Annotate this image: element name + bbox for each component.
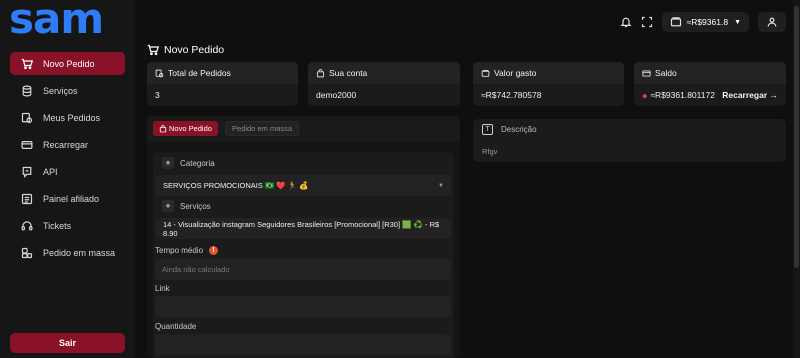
stat-value: 3	[155, 90, 160, 100]
chevron-down-icon: ▼	[734, 18, 741, 26]
cart-icon	[147, 44, 164, 56]
app-logo[interactable]: sam	[9, 0, 104, 43]
sidebar: sam Novo Pedido Serviços Meus Pedidos Re…	[0, 0, 135, 358]
balance-value: ≈R$9361.8	[686, 17, 729, 27]
stat-label: Sua conta	[329, 68, 368, 78]
boxes-icon	[20, 246, 33, 259]
avg-time-field: Ainda não calculado	[155, 259, 451, 280]
sidebar-item-recarregar[interactable]: Recarregar	[10, 133, 125, 156]
description-header: T Descrição	[482, 124, 537, 135]
stat-value: demo2000	[316, 90, 357, 100]
api-icon	[20, 165, 33, 178]
topbar: ≈R$9361.8 ▼	[619, 12, 786, 32]
sidebar-nav: Novo Pedido Serviços Meus Pedidos Recarr…	[10, 52, 125, 268]
category-select[interactable]: SERVIÇOS PROMOCIONAIS 🇧🇷 ❤️ 🏃 💰 ▼	[156, 175, 451, 196]
services-label: Serviços	[180, 201, 211, 211]
stat-label: Saldo	[655, 68, 677, 78]
description-label: Descrição	[501, 125, 537, 134]
balance-button[interactable]: ≈R$9361.8 ▼	[661, 12, 749, 32]
database-icon	[20, 84, 33, 97]
tab-label: Novo Pedido	[169, 124, 212, 133]
stat-label: Total de Pedidos	[168, 68, 231, 78]
avg-time-placeholder: Ainda não calculado	[162, 265, 230, 274]
list-icon	[20, 192, 33, 205]
services-section: + Serviços	[162, 200, 211, 212]
orders-icon	[20, 111, 33, 124]
wallet-icon	[481, 69, 494, 78]
category-value: SERVIÇOS PROMOCIONAIS 🇧🇷 ❤️ 🏃 💰	[163, 181, 309, 190]
info-icon[interactable]: !	[209, 246, 219, 255]
link-label: Link	[155, 284, 170, 293]
user-menu-button[interactable]	[758, 12, 786, 32]
cart-icon	[20, 57, 33, 70]
stat-card-spent: Valor gasto ≈R$742.780578	[473, 62, 624, 106]
sidebar-item-label: Pedido em massa	[43, 247, 116, 258]
link-input[interactable]	[155, 296, 451, 317]
logout-button[interactable]: Sair	[10, 333, 125, 353]
plus-icon[interactable]: +	[162, 157, 174, 169]
tab-novo-pedido[interactable]: Novo Pedido	[153, 121, 218, 136]
stat-value: ≈R$9361.801172	[650, 90, 715, 100]
text-icon: T	[482, 124, 493, 135]
order-form-panel: Novo Pedido Pedido em massa + Categoria …	[147, 116, 460, 358]
category-section: + Categoria	[162, 157, 215, 169]
user-icon	[766, 16, 778, 28]
bag-icon	[159, 124, 169, 133]
sidebar-item-label: Novo Pedido	[43, 58, 95, 69]
bag-icon	[316, 68, 329, 78]
quantity-input[interactable]	[155, 334, 451, 355]
avg-time-label-row: Tempo médio !	[155, 246, 219, 255]
sidebar-item-pedido-em-massa[interactable]: Pedido em massa	[10, 241, 125, 264]
page-title: Novo Pedido	[147, 44, 224, 56]
sidebar-item-label: Meus Pedidos	[43, 112, 101, 123]
sidebar-item-meus-pedidos[interactable]: Meus Pedidos	[10, 106, 125, 129]
page-title-text: Novo Pedido	[164, 44, 225, 56]
stat-label: Valor gasto	[494, 68, 537, 78]
bell-icon[interactable]	[619, 16, 632, 28]
stat-value: ≈R$742.780578	[481, 90, 542, 100]
order-tabs: Novo Pedido Pedido em massa	[147, 116, 460, 142]
card-icon	[20, 138, 33, 151]
sidebar-item-label: Recarregar	[43, 139, 89, 150]
headset-icon	[20, 219, 33, 232]
quantity-label: Quantidade	[155, 322, 197, 331]
chevron-down-icon: ▼	[438, 182, 444, 189]
tab-pedido-em-massa[interactable]: Pedido em massa	[225, 121, 300, 136]
stat-card-balance: Saldo ◆ ≈R$9361.801172 Recarregar →	[634, 62, 786, 106]
wallet-icon	[670, 16, 682, 28]
sidebar-item-tickets[interactable]: Tickets	[10, 214, 125, 237]
sidebar-item-servicos[interactable]: Serviços	[10, 79, 125, 102]
stat-card-account: Sua conta demo2000	[308, 62, 460, 106]
sidebar-item-label: API	[43, 166, 58, 177]
recharge-link[interactable]: Recarregar →	[722, 90, 778, 100]
category-label: Categoria	[180, 158, 215, 168]
order-form: + Categoria SERVIÇOS PROMOCIONAIS 🇧🇷 ❤️ …	[153, 152, 454, 358]
service-select[interactable]: 14 - Visualização instagram Seguidores B…	[156, 218, 451, 239]
sidebar-item-label: Serviços	[43, 85, 78, 96]
sidebar-item-label: Tickets	[43, 220, 72, 231]
plus-icon[interactable]: +	[162, 200, 174, 212]
stat-card-total-orders: Total de Pedidos 3	[147, 62, 298, 106]
sidebar-item-painel-afiliado[interactable]: Painel afiliado	[10, 187, 125, 210]
orders-icon	[155, 69, 168, 78]
diamond-icon: ◆	[642, 93, 648, 100]
scrollbar-thumb[interactable]	[794, 6, 799, 268]
service-value: 14 - Visualização instagram Seguidores B…	[163, 219, 440, 238]
sidebar-item-api[interactable]: API	[10, 160, 125, 183]
card-icon	[642, 69, 655, 78]
sidebar-item-novo-pedido[interactable]: Novo Pedido	[10, 52, 125, 75]
fullscreen-icon[interactable]	[641, 16, 653, 28]
description-card: T Descrição Rfgv	[473, 119, 786, 162]
sidebar-item-label: Painel afiliado	[43, 193, 100, 204]
page-scrollbar[interactable]	[793, 0, 800, 358]
description-value: Rfgv	[482, 147, 498, 156]
avg-time-label: Tempo médio	[155, 246, 204, 255]
stat-value-wrap: ◆ ≈R$9361.801172	[642, 90, 715, 100]
